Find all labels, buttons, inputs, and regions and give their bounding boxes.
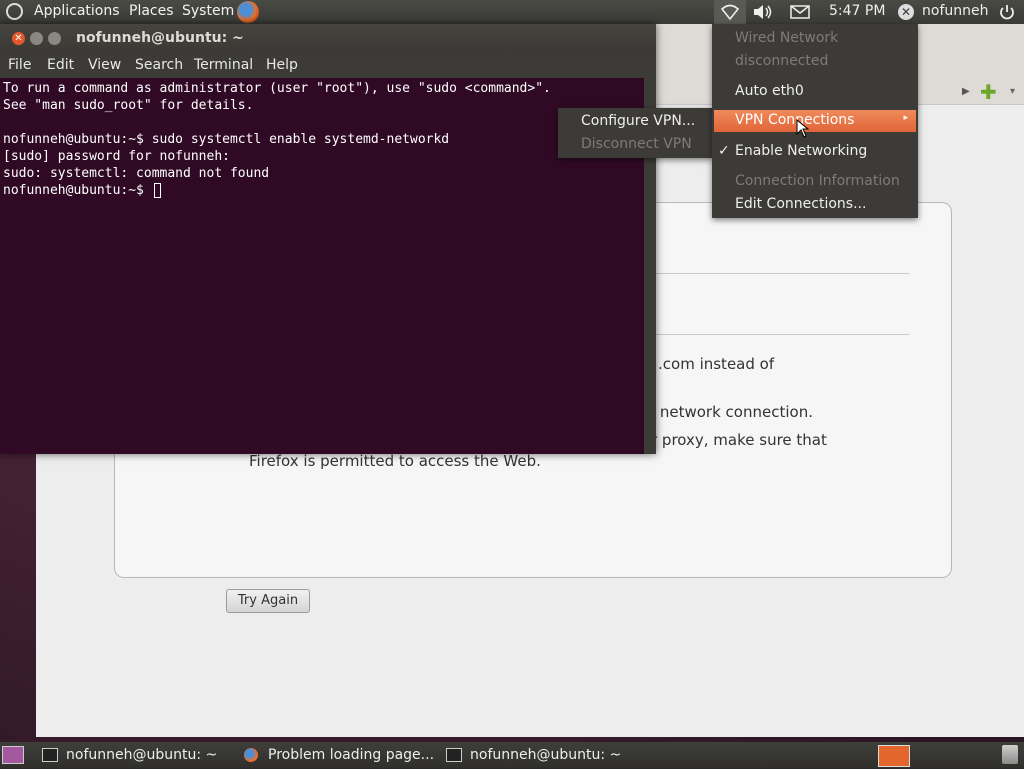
user-status-icon[interactable]: ✕ bbox=[898, 4, 914, 20]
submenu-arrow-icon: ▸ bbox=[903, 113, 908, 123]
taskbar-item-terminal[interactable]: nofunneh@ubuntu: ~ bbox=[42, 747, 217, 769]
mouse-pointer-icon bbox=[796, 119, 810, 138]
error-text: .com instead of bbox=[658, 355, 775, 373]
workspace-switcher-icon[interactable] bbox=[878, 745, 910, 767]
trash-icon[interactable] bbox=[1002, 745, 1018, 764]
disconnect-vpn-item: Disconnect VPN bbox=[581, 136, 692, 152]
taskbar-item-firefox[interactable]: Problem loading page... bbox=[244, 747, 434, 769]
terminal-title: nofunneh@ubuntu: ~ bbox=[76, 30, 244, 46]
applications-menu[interactable]: Applications bbox=[34, 3, 120, 19]
taskbar-label: nofunneh@ubuntu: ~ bbox=[66, 747, 218, 763]
taskbar-label: nofunneh@ubuntu: ~ bbox=[470, 747, 622, 763]
try-again-button[interactable]: Try Again bbox=[226, 589, 310, 613]
maximize-icon[interactable] bbox=[48, 32, 61, 45]
vpn-connections-item[interactable]: VPN Connections ▸ bbox=[714, 110, 916, 132]
menu-view[interactable]: View bbox=[88, 57, 121, 73]
terminal-prompt: nofunneh@ubuntu:~$ bbox=[3, 183, 152, 198]
minimize-icon[interactable] bbox=[30, 32, 43, 45]
menu-search[interactable]: Search bbox=[135, 57, 183, 73]
error-text: Firefox is permitted to access the Web. bbox=[249, 452, 541, 470]
system-menu[interactable]: System bbox=[182, 3, 234, 19]
close-icon[interactable]: ✕ bbox=[12, 32, 25, 45]
top-panel: Applications Places System 5:47 PM ✕ nof… bbox=[0, 0, 1024, 24]
terminal-icon bbox=[42, 748, 58, 762]
terminal-line: nofunneh@ubuntu:~$ sudo systemctl enable… bbox=[3, 132, 450, 147]
wired-network-header: Wired Network bbox=[735, 30, 839, 46]
firefox-icon bbox=[244, 748, 258, 762]
terminal-cursor bbox=[154, 183, 161, 198]
dropdown-arrow-icon[interactable]: ▾ bbox=[1010, 86, 1015, 97]
terminal-window: ✕ nofunneh@ubuntu: ~ File Edit View Sear… bbox=[0, 24, 656, 454]
menu-file[interactable]: File bbox=[8, 57, 31, 73]
network-icon[interactable] bbox=[714, 0, 746, 24]
terminal-line: sudo: systemctl: command not found bbox=[3, 166, 270, 181]
wired-network-status: disconnected bbox=[735, 53, 829, 69]
firefox-launcher-icon[interactable] bbox=[237, 1, 259, 23]
add-bookmark-icon[interactable]: ✚ bbox=[980, 80, 997, 104]
connection-information-item: Connection Information bbox=[735, 173, 900, 189]
terminal-menubar: File Edit View Search Terminal Help bbox=[0, 54, 656, 78]
terminal-titlebar[interactable]: ✕ nofunneh@ubuntu: ~ bbox=[0, 24, 656, 54]
terminal-line: [sudo] password for nofunneh: bbox=[3, 149, 230, 164]
menu-edit[interactable]: Edit bbox=[47, 57, 74, 73]
network-menu: Wired Network disconnected Auto eth0 VPN… bbox=[712, 24, 918, 218]
auto-eth0-item[interactable]: Auto eth0 bbox=[735, 83, 804, 99]
ubuntu-logo-icon[interactable] bbox=[6, 3, 23, 20]
menu-help[interactable]: Help bbox=[266, 57, 298, 73]
terminal-line: See "man sudo_root" for details. bbox=[3, 98, 254, 113]
go-arrow-icon[interactable]: ▶ bbox=[962, 86, 970, 97]
edit-connections-item[interactable]: Edit Connections... bbox=[735, 196, 866, 212]
show-desktop-icon[interactable] bbox=[2, 746, 24, 764]
error-text: r's network connection. bbox=[637, 403, 813, 421]
terminal-icon bbox=[446, 748, 462, 762]
vpn-submenu: Configure VPN... Disconnect VPN bbox=[558, 108, 714, 158]
menu-terminal[interactable]: Terminal bbox=[194, 57, 253, 73]
checkmark-icon: ✓ bbox=[718, 143, 730, 159]
places-menu[interactable]: Places bbox=[129, 3, 174, 19]
terminal-line: To run a command as administrator (user … bbox=[3, 81, 551, 96]
taskbar-item-terminal-2[interactable]: nofunneh@ubuntu: ~ bbox=[446, 747, 621, 769]
configure-vpn-item[interactable]: Configure VPN... bbox=[581, 113, 695, 129]
enable-networking-item[interactable]: Enable Networking bbox=[735, 143, 867, 159]
terminal-output[interactable]: To run a command as administrator (user … bbox=[0, 78, 644, 454]
vpn-connections-label: VPN Connections bbox=[735, 112, 855, 128]
taskbar-label: Problem loading page... bbox=[268, 747, 435, 763]
error-text: r proxy, make sure that bbox=[651, 431, 827, 449]
